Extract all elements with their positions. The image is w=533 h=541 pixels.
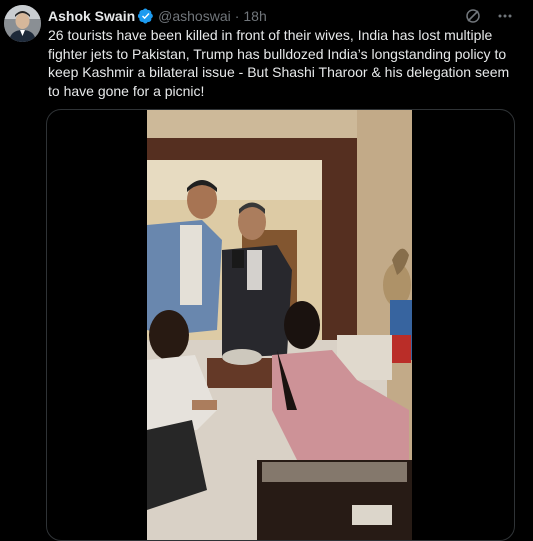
separator: · (234, 8, 240, 24)
video-frame (147, 110, 412, 540)
avatar-image (4, 5, 41, 42)
tweet[interactable]: Ashok Swain @ashoswai · 18h 26 tourists (0, 0, 533, 541)
author-handle[interactable]: @ashoswai (158, 8, 231, 24)
tweet-text: 26 tourists have been killed in front of… (48, 27, 510, 99)
more-options-icon[interactable] (497, 8, 513, 24)
author-name[interactable]: Ashok Swain (48, 8, 135, 24)
grok-icon[interactable] (465, 8, 481, 24)
tweet-header: Ashok Swain @ashoswai · 18h (48, 6, 267, 26)
video-player[interactable] (46, 109, 515, 541)
avatar[interactable] (4, 5, 41, 42)
video-still (147, 110, 412, 540)
verified-badge-icon (137, 8, 154, 24)
header-actions (465, 8, 513, 24)
timestamp[interactable]: 18h (243, 8, 266, 24)
